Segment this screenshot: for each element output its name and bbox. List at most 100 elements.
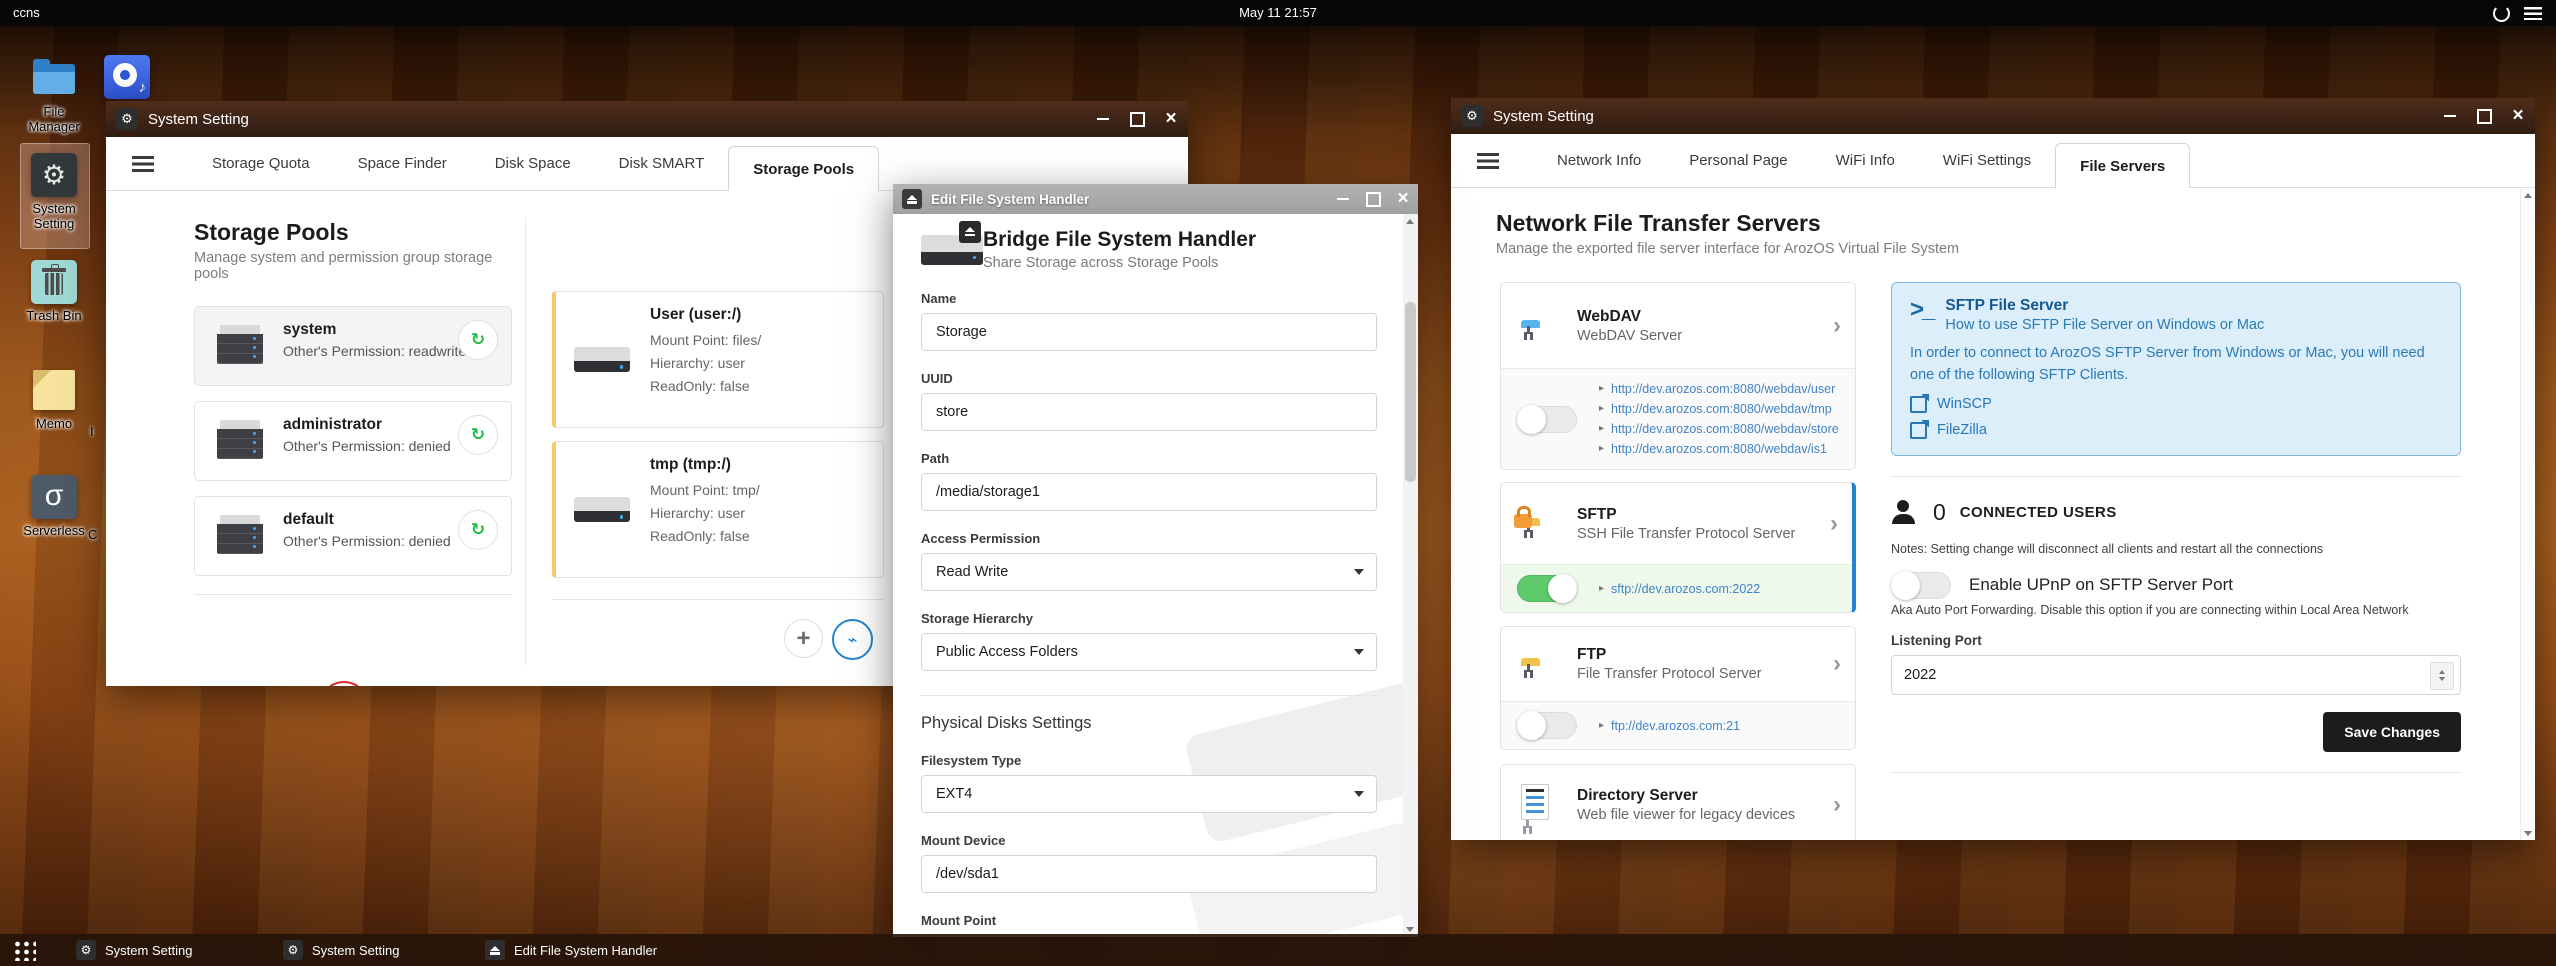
title-bar[interactable]: ⚙ System Setting × [1451, 98, 2535, 134]
webdav-link[interactable]: http://dev.arozos.com:8080/webdav/is1 [1611, 439, 1827, 459]
tab-strip: Network Info Personal Page WiFi Info WiF… [1451, 134, 2535, 189]
taskbar-item-system-setting-2[interactable]: ⚙ System Setting [283, 934, 399, 966]
scroll-up-arrow[interactable] [1406, 219, 1414, 224]
tab-disk-space[interactable]: Disk Space [471, 137, 595, 190]
minimize-button[interactable] [1086, 101, 1120, 137]
close-button[interactable]: × [1154, 101, 1188, 137]
listening-port-input[interactable]: 2022 [1891, 654, 2461, 695]
name-input[interactable]: Storage [921, 313, 1377, 351]
pool-card-default[interactable]: default Other's Permission: denied ↻ [194, 496, 512, 576]
tab-strip: Storage Quota Space Finder Disk Space Di… [106, 137, 1188, 192]
mount-card-tmp[interactable]: tmp (tmp:/) Mount Point: tmp/ Hierarchy:… [552, 441, 884, 578]
storage-hierarchy-select[interactable]: Public Access Folders [921, 633, 1377, 671]
upnp-toggle[interactable] [1891, 570, 1951, 600]
desktop-icon-memo[interactable]: Memo [9, 368, 99, 432]
server-icon [217, 420, 263, 460]
number-spinner[interactable] [2430, 661, 2454, 690]
filezilla-link[interactable]: FileZilla [1910, 419, 2442, 439]
title-bar[interactable]: ⚙ System Setting × [106, 101, 1188, 137]
desktop-icon-music[interactable]: ♪ [104, 55, 150, 99]
chevron-right-icon[interactable]: › [1833, 652, 1841, 676]
user-icon [1891, 500, 1917, 524]
tab-wifi-settings[interactable]: WiFi Settings [1919, 134, 2055, 187]
app-launcher-grid-icon[interactable] [12, 939, 36, 961]
add-fsh-button[interactable]: + [784, 619, 823, 658]
access-permission-select[interactable]: Read Write [921, 553, 1377, 591]
tab-storage-pools[interactable]: Storage Pools [728, 146, 880, 192]
ftp-link[interactable]: ftp://dev.arozos.com:21 [1611, 716, 1740, 736]
divider [552, 599, 884, 600]
webdav-link[interactable]: http://dev.arozos.com:8080/webdav/store [1611, 419, 1839, 439]
maximize-button[interactable] [2467, 98, 2501, 134]
winscp-link[interactable]: WinSCP [1910, 393, 2442, 413]
scroll-down-arrow[interactable] [2524, 831, 2532, 836]
sftp-link[interactable]: sftp://dev.arozos.com:2022 [1611, 579, 1760, 599]
sync-pool-button[interactable]: ↻ [458, 510, 498, 550]
sidebar-toggle-icon[interactable] [132, 155, 154, 172]
pool-card-system[interactable]: system Other's Permission: readwrite ↻ [194, 306, 512, 386]
directory-server-card[interactable]: Directory Server Web file viewer for leg… [1500, 764, 1856, 840]
bridge-fsh-button[interactable]: ⌁ [832, 619, 873, 660]
storage-hierarchy-label: Storage Hierarchy [921, 611, 1033, 626]
minimize-button[interactable] [2433, 98, 2467, 134]
sync-pool-button[interactable]: ↻ [458, 415, 498, 455]
tab-disk-smart[interactable]: Disk SMART [595, 137, 729, 190]
filesystem-type-select[interactable]: EXT4 [921, 775, 1377, 813]
pool-card-administrator[interactable]: administrator Other's Permission: denied… [194, 401, 512, 481]
webdav-link[interactable]: http://dev.arozos.com:8080/webdav/tmp [1611, 399, 1832, 419]
ftp-card[interactable]: FTP File Transfer Protocol Server › ▸ ftp… [1500, 626, 1856, 750]
close-button[interactable]: × [1388, 184, 1418, 214]
minimize-button[interactable] [1328, 184, 1358, 214]
sync-pool-button[interactable]: ↻ [458, 320, 498, 360]
taskbar-item-system-setting-1[interactable]: ⚙ System Setting [76, 934, 192, 966]
sftp-card[interactable]: SFTP SSH File Transfer Protocol Server ›… [1500, 482, 1856, 613]
maximize-button[interactable] [1120, 101, 1154, 137]
taskbar-item-edit-fsh[interactable]: Edit File System Handler [485, 934, 657, 966]
uuid-input[interactable]: store [921, 393, 1377, 431]
window-scrollbar[interactable] [2520, 189, 2535, 840]
mount-device-input[interactable]: /dev/sda1 [921, 855, 1377, 893]
close-button[interactable]: × [2501, 98, 2535, 134]
tab-storage-quota[interactable]: Storage Quota [188, 137, 334, 190]
webdav-link[interactable]: http://dev.arozos.com:8080/webdav/user [1611, 379, 1835, 399]
path-input[interactable]: /media/storage1 [921, 473, 1377, 511]
desktop-icon-system-setting[interactable]: ⚙ System Setting [9, 153, 99, 232]
scroll-up-arrow[interactable] [2524, 193, 2532, 198]
dialog-title: Bridge File System Handler [983, 228, 1257, 251]
scrollbar-thumb[interactable] [1405, 302, 1416, 482]
mount-card-user[interactable]: User (user:/) Mount Point: files/ Hierar… [552, 291, 884, 428]
title-bar[interactable]: Edit File System Handler × [893, 184, 1418, 214]
connected-users-count: 0 [1933, 498, 1946, 525]
dropdown-caret-icon [1354, 791, 1364, 797]
window-title: System Setting [1493, 107, 1594, 125]
reload-pools-button[interactable]: ↻ [319, 681, 369, 686]
sidebar-toggle-icon[interactable] [1477, 152, 1499, 169]
window-scrollbar[interactable] [1403, 214, 1418, 937]
tab-file-servers[interactable]: File Servers [2055, 143, 2191, 189]
mount-device-label: Mount Device [921, 833, 1006, 848]
desktop-icon-serverless[interactable]: σ Serverless [9, 475, 99, 539]
eject-icon [902, 189, 922, 209]
chevron-right-icon[interactable]: › [1833, 792, 1841, 817]
sftp-toggle[interactable] [1517, 574, 1577, 603]
hamburger-menu-icon[interactable] [2524, 7, 2542, 20]
ftp-toggle[interactable] [1517, 711, 1577, 740]
maximize-button[interactable] [1358, 184, 1388, 214]
tab-network-info[interactable]: Network Info [1533, 134, 1665, 187]
mount-point-label: Mount Point [921, 913, 997, 928]
tab-personal-page[interactable]: Personal Page [1665, 134, 1811, 187]
desktop-icon-file-manager[interactable]: File Manager [9, 56, 99, 135]
desktop-icon-trash-bin[interactable]: Trash Bin [9, 260, 99, 324]
tab-wifi-info[interactable]: WiFi Info [1812, 134, 1919, 187]
dialog-subtitle: Share Storage across Storage Pools [983, 255, 1219, 271]
save-changes-button[interactable]: Save Changes [2323, 711, 2461, 752]
dropdown-caret-icon [1354, 569, 1364, 575]
path-label: Path [921, 451, 950, 466]
webdav-card[interactable]: WebDAV WebDAV Server › ▸ http://dev.arozo… [1500, 282, 1856, 470]
page-title: Network File Transfer Servers [1496, 210, 1821, 236]
chevron-right-icon[interactable]: › [1833, 313, 1841, 338]
webdav-toggle[interactable] [1517, 404, 1577, 434]
scroll-down-arrow[interactable] [1406, 927, 1414, 932]
chevron-right-icon[interactable]: › [1830, 511, 1838, 536]
tab-space-finder[interactable]: Space Finder [334, 137, 471, 190]
